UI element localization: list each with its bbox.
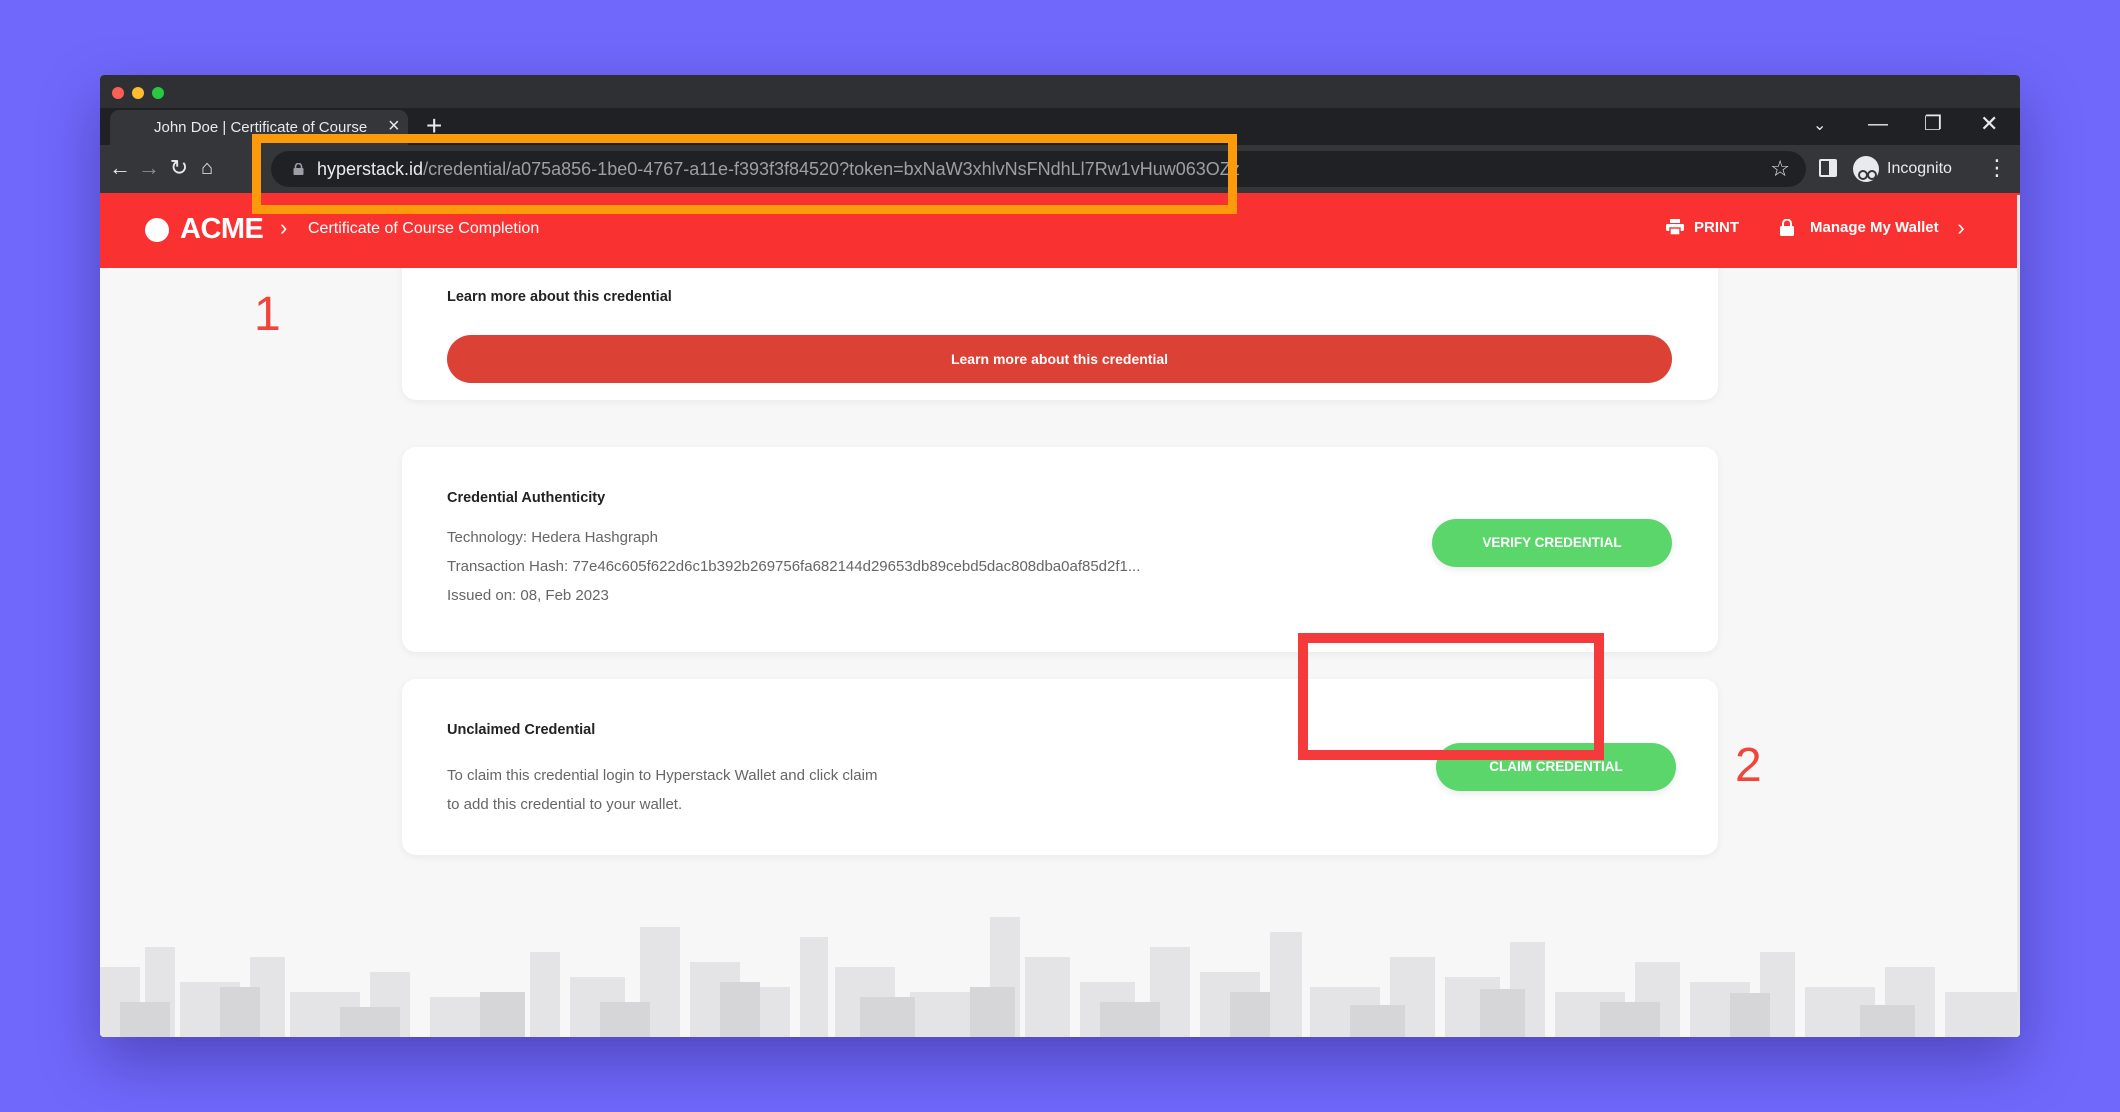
home-icon[interactable]: ⌂ [194,155,220,181]
restore-icon[interactable]: ❐ [1924,114,1942,134]
forward-arrow-icon[interactable]: → [136,155,162,181]
learn-more-title: Learn more about this credential [447,289,672,305]
bookmark-star-icon[interactable]: ☆ [1770,156,1790,182]
url-highlight-annotation [252,134,1237,214]
chevron-right-icon: › [1957,215,1965,240]
incognito-icon [1853,156,1879,182]
authenticity-details: Technology: Hedera Hashgraph Transaction… [447,523,1140,610]
breadcrumb-chevron-icon: › [280,215,288,240]
tab-search-chevron-icon[interactable]: ⌄ [1813,116,1826,136]
minimize-icon[interactable]: — [1868,114,1888,134]
print-button[interactable]: PRINT [1666,219,1739,236]
minimize-window-dot[interactable] [132,87,144,99]
zoom-window-dot[interactable] [152,87,164,99]
lock-icon [1780,219,1794,236]
title-bar [100,75,2020,108]
print-label: PRINT [1694,219,1739,236]
city-skyline-illustration [100,917,2020,1037]
browser-menu-icon[interactable]: ⋮ [1986,155,2008,181]
browser-window: John Doe | Certificate of Course Complet… [100,75,2020,1037]
unclaimed-description: To claim this credential login to Hypers… [447,761,877,819]
issued-date-text: Issued on: 08, Feb 2023 [447,587,609,604]
step-1-label: 1 [254,288,281,341]
incognito-label: Incognito [1887,160,1952,177]
authenticity-title: Credential Authenticity [447,490,606,506]
printer-icon [1666,219,1684,235]
technology-text: Technology: Hedera Hashgraph [447,529,658,546]
unclaimed-title: Unclaimed Credential [447,722,596,738]
learn-more-card: Learn more about this credential Learn m… [402,268,1718,400]
breadcrumb[interactable]: Certificate of Course Completion [308,220,539,238]
verify-credential-button[interactable]: VERIFY CREDENTIAL [1432,519,1672,567]
claim-button-highlight-annotation [1298,633,1604,760]
close-icon[interactable]: ✕ [1980,113,1998,135]
step-2-label: 2 [1735,739,1762,792]
incognito-profile-button[interactable]: Incognito [1847,152,1966,186]
back-arrow-icon[interactable]: ← [107,155,133,181]
unclaimed-line-2: to add this credential to your wallet. [447,796,683,813]
transaction-hash-text: Transaction Hash: 77e46c605f622d6c1b392b… [447,558,1141,575]
acme-logo[interactable]: ACME [180,213,264,246]
page-content: Learn more about this credential Learn m… [100,268,2020,1037]
manage-wallet-link[interactable]: Manage My Wallet › [1780,215,1965,240]
learn-more-button[interactable]: Learn more about this credential [447,335,1672,383]
close-window-dot[interactable] [112,87,124,99]
authenticity-card: Credential Authenticity Technology: Hede… [402,447,1718,652]
acme-logo-icon [145,218,169,242]
vertical-scrollbar[interactable] [2017,195,2020,1037]
manage-wallet-label: Manage My Wallet [1810,219,1939,236]
unclaimed-line-1: To claim this credential login to Hypers… [447,767,878,784]
reload-icon[interactable]: ↻ [166,155,192,181]
tab-close-icon[interactable]: × [388,116,400,136]
side-panel-icon[interactable] [1819,159,1837,177]
